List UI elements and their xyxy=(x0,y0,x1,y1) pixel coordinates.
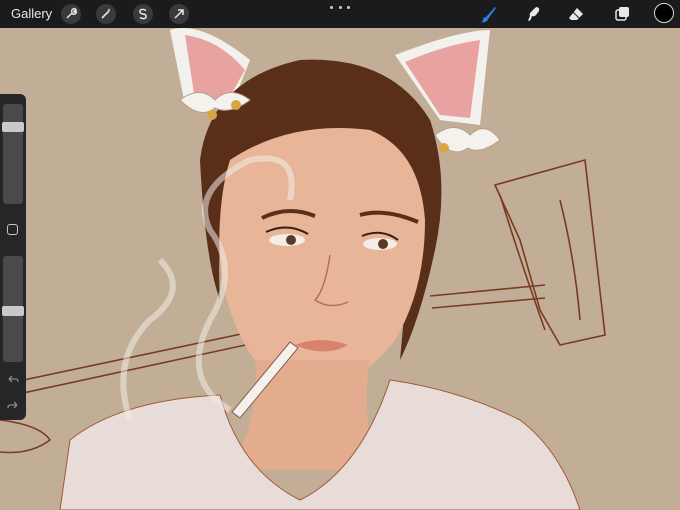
left-sidebar xyxy=(0,94,26,420)
opacity-slider[interactable] xyxy=(2,256,24,362)
magic-wand-icon[interactable] xyxy=(96,4,116,24)
wrench-icon[interactable] xyxy=(61,4,81,24)
brush-size-thumb[interactable] xyxy=(2,122,24,132)
more-dots-icon[interactable] xyxy=(330,4,350,12)
gallery-button[interactable]: Gallery xyxy=(11,6,52,22)
brush-icon[interactable] xyxy=(478,4,500,24)
eraser-icon[interactable] xyxy=(565,4,587,24)
top-toolbar: Gallery xyxy=(0,0,680,28)
opacity-thumb[interactable] xyxy=(2,306,24,316)
transform-arrow-icon[interactable] xyxy=(169,4,189,24)
selection-s-icon[interactable] xyxy=(133,4,153,24)
redo-arrow-icon[interactable] xyxy=(6,398,20,410)
drawing-canvas[interactable] xyxy=(0,0,680,510)
color-picker-swatch[interactable] xyxy=(654,3,674,23)
square-icon[interactable] xyxy=(7,224,18,235)
layers-icon[interactable] xyxy=(611,4,633,24)
smudge-icon[interactable] xyxy=(524,4,546,24)
brush-size-slider[interactable] xyxy=(2,104,24,204)
undo-arrow-icon[interactable] xyxy=(6,372,20,384)
